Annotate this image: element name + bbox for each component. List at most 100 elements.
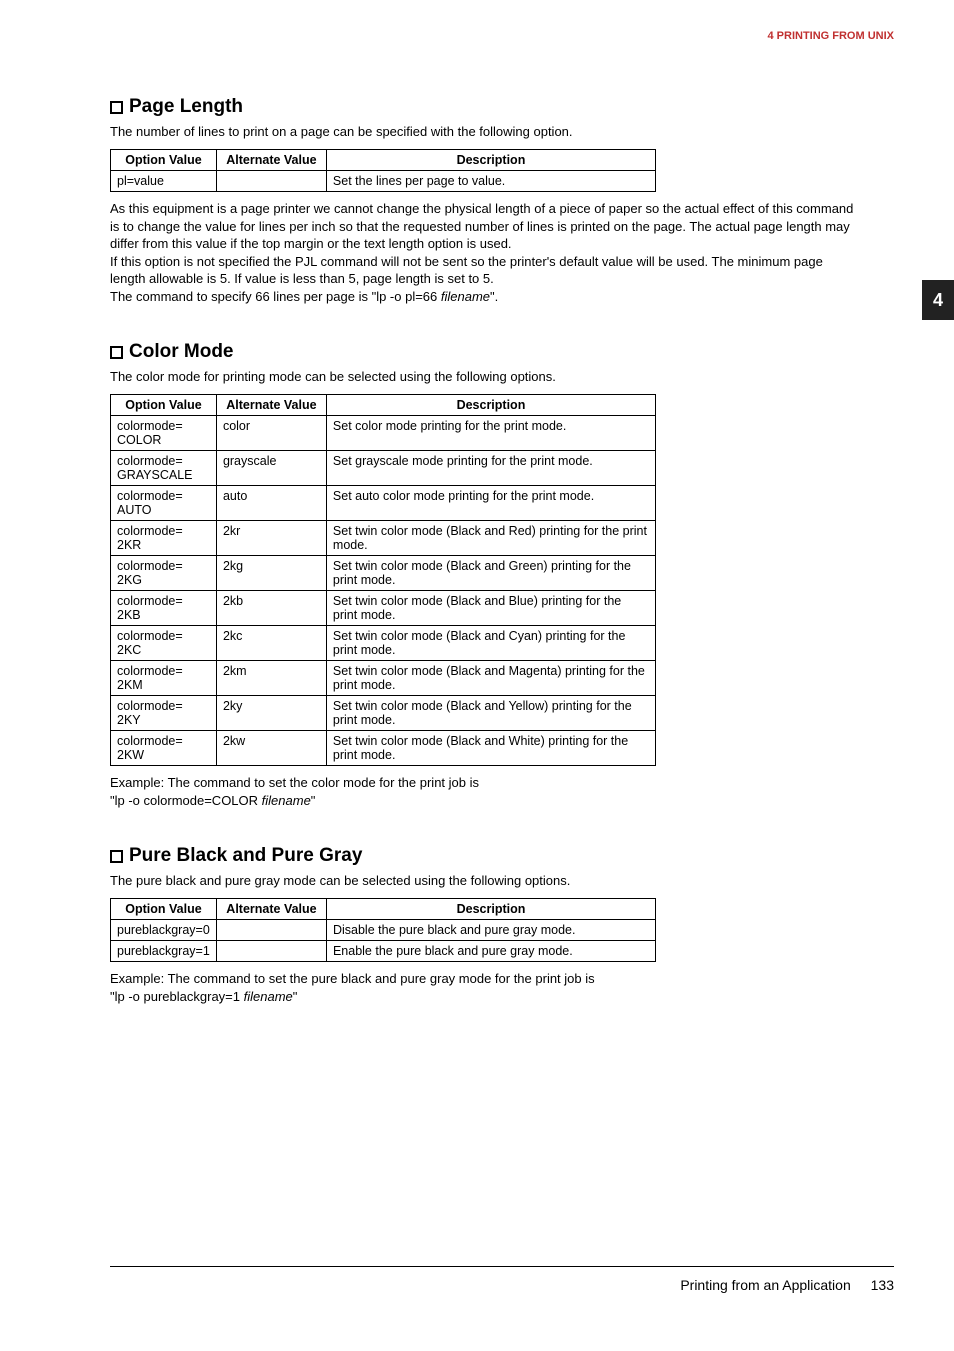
table-row: colormode= 2KG2kgSet twin color mode (Bl… <box>111 556 656 591</box>
text-pre: "lp -o colormode=COLOR <box>110 793 262 808</box>
table-page-length: Option Value Alternate Value Description… <box>110 149 656 192</box>
cell-description: Set twin color mode (Black and Yellow) p… <box>326 696 655 731</box>
table-header-row: Option Value Alternate Value Description <box>111 395 656 416</box>
bullet-icon <box>110 346 123 359</box>
cell-alternate-value <box>216 941 326 962</box>
example-color-mode-2: "lp -o colormode=COLOR filename" <box>110 792 860 810</box>
heading-text: Pure Black and Pure Gray <box>129 845 362 867</box>
text-pre: "lp -o pureblackgray=1 <box>110 989 244 1004</box>
cell-alternate-value: 2km <box>216 661 326 696</box>
cell-description: Set twin color mode (Black and White) pr… <box>326 731 655 766</box>
text-post: ". <box>490 289 498 304</box>
cell-alternate-value: 2kw <box>216 731 326 766</box>
text-pre: The command to specify 66 lines per page… <box>110 289 441 304</box>
table-row: colormode= 2KC2kcSet twin color mode (Bl… <box>111 626 656 661</box>
cell-option-value: colormode= 2KM <box>111 661 217 696</box>
table-row: colormode= AUTOautoSet auto color mode p… <box>111 486 656 521</box>
cell-alternate-value: color <box>216 416 326 451</box>
filename-italic: filename <box>262 793 311 808</box>
cell-description: Set twin color mode (Black and Magenta) … <box>326 661 655 696</box>
para-page-length-3: The command to specify 66 lines per page… <box>110 288 860 306</box>
th-option-value: Option Value <box>111 899 217 920</box>
table-row: colormode= 2KW2kwSet twin color mode (Bl… <box>111 731 656 766</box>
tbody-page-length: pl=value Set the lines per page to value. <box>111 171 656 192</box>
page-number: 133 <box>871 1277 894 1293</box>
cell-description: Set color mode printing for the print mo… <box>326 416 655 451</box>
cell-alternate-value: auto <box>216 486 326 521</box>
cell-alternate-value: 2kr <box>216 521 326 556</box>
cell-description: Set twin color mode (Black and Cyan) pri… <box>326 626 655 661</box>
example-pbg-2: "lp -o pureblackgray=1 filename" <box>110 988 860 1006</box>
th-description: Description <box>326 395 655 416</box>
para-page-length-2: If this option is not specified the PJL … <box>110 253 860 288</box>
filename-italic: filename <box>441 289 490 304</box>
table-row: colormode= 2KB2kbSet twin color mode (Bl… <box>111 591 656 626</box>
th-description: Description <box>326 899 655 920</box>
intro-pure-black-gray: The pure black and pure gray mode can be… <box>110 873 860 888</box>
running-header: 4 PRINTING FROM UNIX <box>767 30 894 42</box>
table-header-row: Option Value Alternate Value Description <box>111 150 656 171</box>
th-option-value: Option Value <box>111 150 217 171</box>
cell-option-value: colormode= 2KG <box>111 556 217 591</box>
cell-description: Set grayscale mode printing for the prin… <box>326 451 655 486</box>
th-alternate-value: Alternate Value <box>216 150 326 171</box>
cell-option-value: colormode= 2KB <box>111 591 217 626</box>
table-row: pl=value Set the lines per page to value. <box>111 171 656 192</box>
tbody-color-mode: colormode= COLORcolorSet color mode prin… <box>111 416 656 766</box>
example-pbg-1: Example: The command to set the pure bla… <box>110 970 860 988</box>
text-post: " <box>311 793 316 808</box>
tbody-pure-black-gray: pureblackgray=0 Disable the pure black an… <box>111 920 656 962</box>
cell-option-value: colormode= COLOR <box>111 416 217 451</box>
cell-description: Set twin color mode (Black and Red) prin… <box>326 521 655 556</box>
table-row: colormode= 2KM2kmSet twin color mode (Bl… <box>111 661 656 696</box>
cell-option-value: colormode= 2KC <box>111 626 217 661</box>
filename-italic: filename <box>244 989 293 1004</box>
th-alternate-value: Alternate Value <box>216 899 326 920</box>
heading-text: Page Length <box>129 96 243 118</box>
table-header-row: Option Value Alternate Value Description <box>111 899 656 920</box>
table-row: pureblackgray=0 Disable the pure black an… <box>111 920 656 941</box>
cell-description: Enable the pure black and pure gray mode… <box>326 941 655 962</box>
cell-alternate-value <box>216 920 326 941</box>
intro-color-mode: The color mode for printing mode can be … <box>110 369 860 384</box>
th-alternate-value: Alternate Value <box>216 395 326 416</box>
cell-description: Set the lines per page to value. <box>326 171 655 192</box>
cell-description: Set twin color mode (Black and Green) pr… <box>326 556 655 591</box>
heading-text: Color Mode <box>129 341 234 363</box>
cell-option-value: pureblackgray=0 <box>111 920 217 941</box>
table-row: pureblackgray=1 Enable the pure black and… <box>111 941 656 962</box>
example-color-mode-1: Example: The command to set the color mo… <box>110 774 860 792</box>
table-pure-black-gray: Option Value Alternate Value Description… <box>110 898 656 962</box>
cell-alternate-value: grayscale <box>216 451 326 486</box>
table-row: colormode= 2KR2krSet twin color mode (Bl… <box>111 521 656 556</box>
cell-alternate-value: 2ky <box>216 696 326 731</box>
cell-option-value: pureblackgray=1 <box>111 941 217 962</box>
page-content: Page Length The number of lines to print… <box>110 96 860 1005</box>
cell-alternate-value: 2kb <box>216 591 326 626</box>
cell-alternate-value: 2kg <box>216 556 326 591</box>
th-option-value: Option Value <box>111 395 217 416</box>
cell-option-value: colormode= GRAYSCALE <box>111 451 217 486</box>
cell-option-value: colormode= 2KY <box>111 696 217 731</box>
footer-title: Printing from an Application <box>680 1277 850 1293</box>
page-footer: Printing from an Application 133 <box>110 1266 894 1293</box>
cell-alternate-value: 2kc <box>216 626 326 661</box>
para-page-length-1: As this equipment is a page printer we c… <box>110 200 860 253</box>
bullet-icon <box>110 101 123 114</box>
cell-description: Disable the pure black and pure gray mod… <box>326 920 655 941</box>
cell-alternate-value <box>216 171 326 192</box>
cell-description: Set twin color mode (Black and Blue) pri… <box>326 591 655 626</box>
heading-color-mode: Color Mode <box>110 341 860 363</box>
table-row: colormode= GRAYSCALEgrayscaleSet graysca… <box>111 451 656 486</box>
text-post: " <box>293 989 298 1004</box>
cell-option-value: pl=value <box>111 171 217 192</box>
heading-page-length: Page Length <box>110 96 860 118</box>
cell-option-value: colormode= 2KR <box>111 521 217 556</box>
table-row: colormode= COLORcolorSet color mode prin… <box>111 416 656 451</box>
intro-page-length: The number of lines to print on a page c… <box>110 124 860 139</box>
cell-description: Set auto color mode printing for the pri… <box>326 486 655 521</box>
chapter-tab: 4 <box>922 280 954 320</box>
cell-option-value: colormode= 2KW <box>111 731 217 766</box>
heading-pure-black-gray: Pure Black and Pure Gray <box>110 845 860 867</box>
table-row: colormode= 2KY2kySet twin color mode (Bl… <box>111 696 656 731</box>
